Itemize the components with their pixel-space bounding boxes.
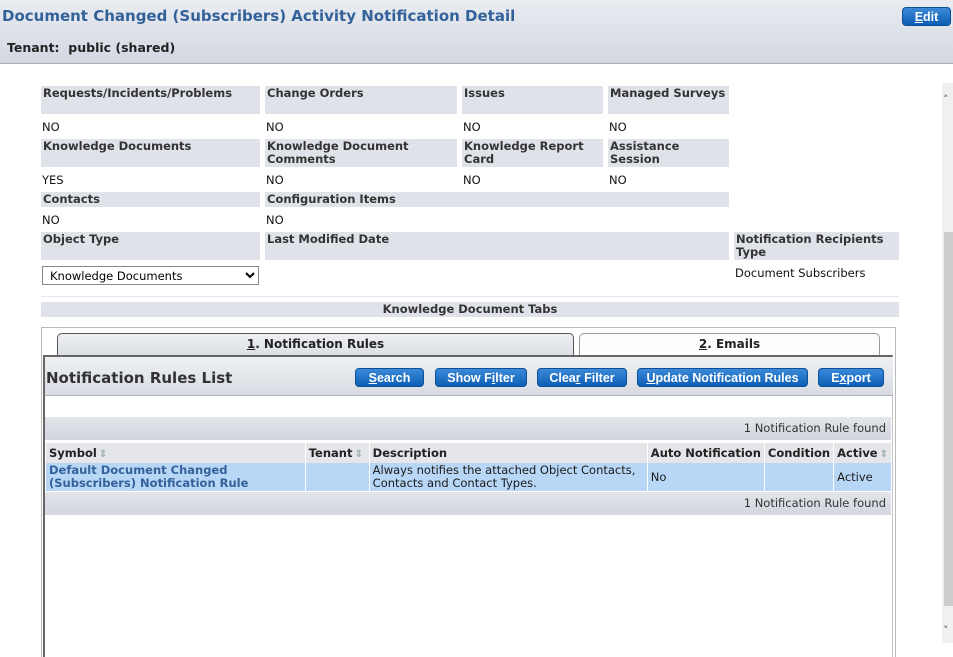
flag-label-kd-comments: Knowledge Document Comments: [265, 139, 457, 167]
table-header-row: Symbol ⇕ Tenant ⇕ Description Auto Notific…: [45, 443, 891, 463]
column-header-description: Description: [368, 443, 648, 463]
edit-accel: E: [914, 10, 924, 24]
column-label: Active: [837, 446, 878, 460]
flag-label-knowledge-documents: Knowledge Documents: [41, 139, 260, 167]
flag-label-requests: Requests/Incidents/Problems: [41, 86, 260, 114]
tenant-value: public (shared): [68, 40, 176, 55]
btn-text: Filter: [580, 371, 615, 385]
cell-tenant: [304, 463, 370, 491]
column-label: Tenant: [308, 446, 353, 460]
cell-symbol[interactable]: Default Document Changed (Subscribers) N…: [45, 463, 306, 491]
btn-text: E: [831, 371, 840, 385]
sort-icon[interactable]: ⇕: [354, 449, 362, 460]
flag-value-requests: NO: [42, 120, 60, 134]
column-label: Auto Notification: [650, 446, 761, 460]
flag-value-report-card: NO: [463, 173, 481, 187]
btn-text: Clea: [549, 371, 576, 385]
tabs-section-title: Knowledge Document Tabs: [41, 302, 899, 317]
last-modified-label: Last Modified Date: [265, 232, 729, 260]
flag-value-configuration-items: NO: [266, 213, 284, 227]
flag-label-managed-surveys: Managed Surveys: [608, 86, 729, 114]
flag-label-report-card: Knowledge Report Card: [462, 139, 603, 167]
clear-filter-button[interactable]: Clear Filter: [537, 368, 627, 387]
flag-value-issues: NO: [463, 120, 481, 134]
btn-text: port: [846, 371, 871, 385]
results-count-bottom: 1 Notification Rule found: [45, 492, 891, 515]
page-header: Document Changed (Subscribers) Activity …: [0, 0, 953, 64]
recipients-type-value: Document Subscribers: [735, 266, 866, 280]
flag-value-kd-comments: NO: [266, 173, 284, 187]
results-count-top: 1 Notification Rule found: [45, 417, 891, 440]
flag-label-issues: Issues: [462, 86, 603, 114]
column-header-symbol[interactable]: Symbol ⇕: [45, 443, 306, 463]
search-button[interactable]: Search: [355, 368, 424, 387]
list-title: Notification Rules List: [46, 369, 233, 387]
cell-active: Active: [833, 463, 891, 491]
scroll-up-icon[interactable]: ˄: [943, 93, 949, 106]
tenant-label: Tenant:: [7, 40, 60, 55]
tab-label: . Notification Rules: [255, 337, 385, 351]
scrollbar-thumb[interactable]: [944, 232, 953, 606]
tab-accel: 2: [698, 337, 708, 351]
column-label: Symbol: [49, 446, 97, 460]
flag-value-managed-surveys: NO: [609, 120, 627, 134]
column-label: Condition: [767, 446, 831, 460]
flag-label-assistance-session: Assistance Session: [608, 139, 729, 167]
flag-value-change-orders: NO: [266, 120, 284, 134]
btn-text: lter: [495, 371, 515, 385]
page-title: Document Changed (Subscribers) Activity …: [2, 7, 516, 25]
tab-label: . Emails: [707, 337, 761, 351]
btn-accel: S: [368, 371, 377, 385]
flag-label-configuration-items: Configuration Items: [265, 192, 729, 207]
flag-value-knowledge-documents: YES: [42, 173, 64, 187]
object-type-select[interactable]: Knowledge Documents: [42, 266, 259, 285]
tab-notification-rules[interactable]: 1. Notification Rules: [57, 333, 574, 355]
show-filter-button[interactable]: Show Filter: [435, 368, 527, 387]
export-button[interactable]: Export: [818, 368, 884, 387]
tab-accel: 1: [246, 337, 256, 351]
column-header-tenant[interactable]: Tenant ⇕: [304, 443, 370, 463]
flag-label-change-orders: Change Orders: [265, 86, 457, 114]
column-header-active[interactable]: Active ⇕: [833, 443, 891, 463]
flag-label-contacts: Contacts: [41, 192, 260, 207]
edit-label: dit: [923, 10, 939, 24]
sort-icon[interactable]: ⇕: [880, 449, 888, 460]
divider: [41, 296, 899, 297]
cell-description: Always notifies the attached Object Cont…: [368, 463, 648, 491]
recipients-type-label: Notification Recipients Type: [734, 232, 899, 260]
column-header-auto-notification: Auto Notification: [646, 443, 765, 463]
object-type-label: Object Type: [41, 232, 260, 260]
flag-value-contacts: NO: [42, 213, 60, 227]
flag-value-assistance-session: NO: [609, 173, 627, 187]
notification-rules-table: Symbol ⇕ Tenant ⇕ Description Auto Notific…: [45, 443, 891, 491]
cell-auto-notification: No: [646, 463, 765, 491]
btn-text: pdate Notification Rules: [655, 371, 799, 385]
sort-icon[interactable]: ⇕: [99, 449, 107, 460]
table-row[interactable]: Default Document Changed (Subscribers) N…: [45, 463, 891, 491]
update-notification-rules-button[interactable]: Update Notification Rules: [637, 368, 808, 387]
btn-text: Show F: [447, 371, 492, 385]
cell-condition: [763, 463, 834, 491]
scroll-down-icon[interactable]: ˅: [943, 624, 949, 637]
btn-text: earch: [376, 371, 411, 385]
column-label: Description: [372, 446, 448, 460]
tenant-line: Tenant: public (shared): [7, 40, 175, 55]
column-header-condition: Condition: [763, 443, 834, 463]
rule-link[interactable]: Default Document Changed (Subscribers) N…: [49, 463, 248, 490]
tab-emails[interactable]: 2. Emails: [579, 333, 880, 355]
edit-button[interactable]: Edit: [902, 7, 951, 26]
